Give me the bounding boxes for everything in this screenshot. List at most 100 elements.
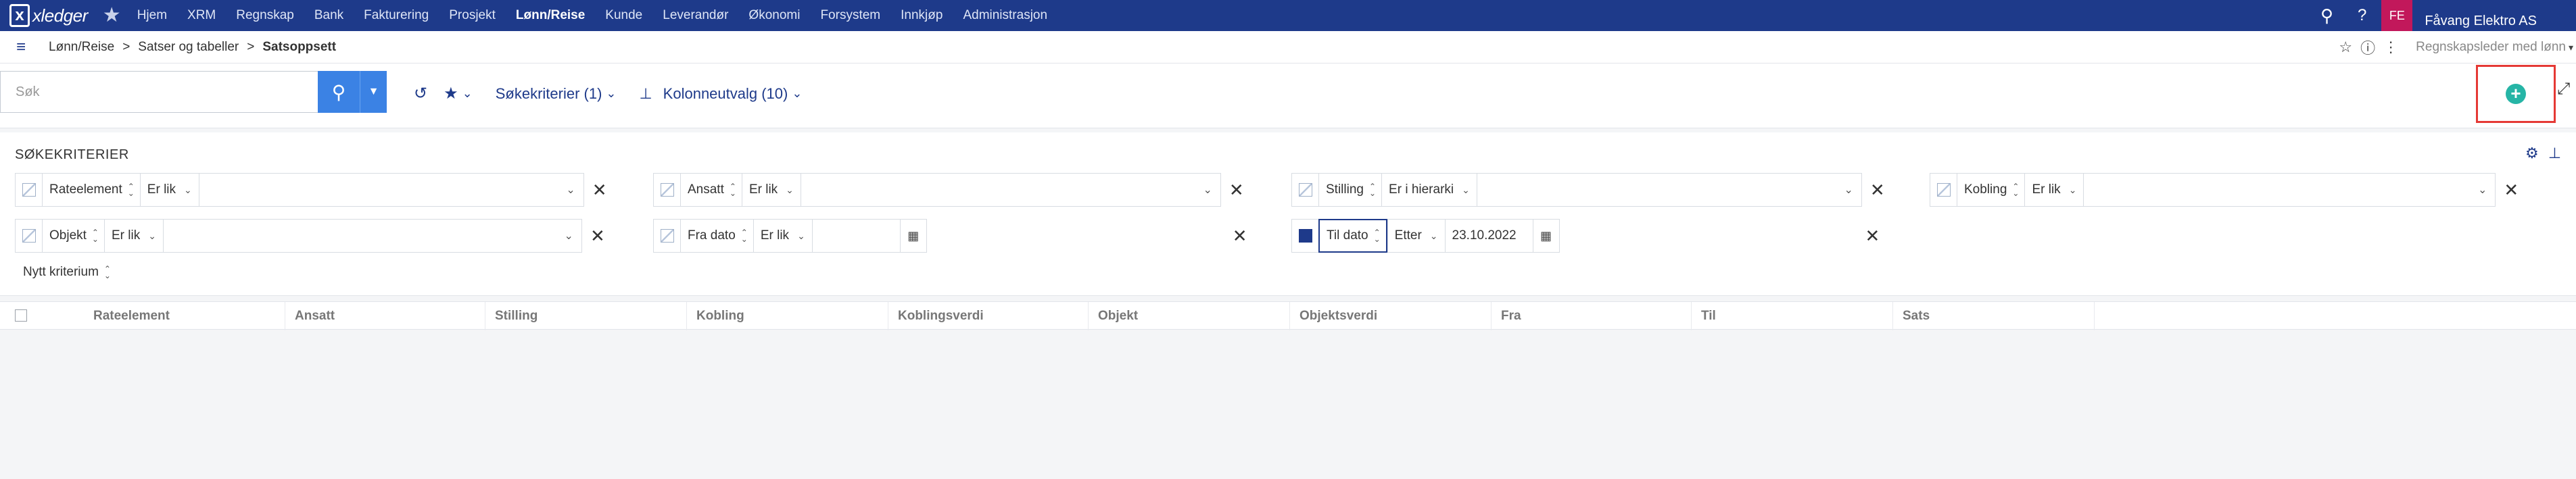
remove-criterion-icon[interactable]: ✕ bbox=[2504, 180, 2519, 201]
remove-criterion-icon[interactable]: ✕ bbox=[590, 226, 605, 247]
company-name[interactable]: Fåvang Elektro AS bbox=[2425, 14, 2537, 29]
breadcrumb-item-satser[interactable]: Satser og tabeller bbox=[138, 40, 239, 55]
criterion-checkbox-checked[interactable] bbox=[1291, 219, 1318, 253]
criterion-value-select[interactable]: ⌄ bbox=[2083, 173, 2496, 207]
pin-icon[interactable]: ⊥ bbox=[2548, 145, 2561, 161]
column-header-objektsverdi[interactable]: Objektsverdi bbox=[1290, 302, 1492, 330]
criterion-field[interactable]: Rateelement ⌃ ⌄ bbox=[42, 173, 140, 207]
criterion-operator[interactable]: Er lik ⌄ bbox=[139, 173, 199, 207]
history-icon[interactable]: ↺ bbox=[414, 84, 427, 103]
remove-criterion-icon[interactable]: ✕ bbox=[1229, 180, 1244, 201]
criterion-field[interactable]: Til dato ⌃ ⌄ bbox=[1318, 219, 1387, 253]
remove-criterion-icon[interactable]: ✕ bbox=[1870, 180, 1885, 201]
column-header-objekt[interactable]: Objekt bbox=[1089, 302, 1290, 330]
nav-item-lonn-reise[interactable]: Lønn/Reise bbox=[516, 8, 585, 23]
search-options-dropdown[interactable]: ▼ bbox=[360, 71, 387, 113]
breadcrumb-item-current: Satsoppsett bbox=[262, 39, 337, 54]
column-header-stilling[interactable]: Stilling bbox=[485, 302, 687, 330]
criterion-field[interactable]: Kobling ⌃ ⌄ bbox=[1957, 173, 2025, 207]
open-in-new-window-icon[interactable]: ⤢ bbox=[2557, 80, 2570, 99]
criterion-date-input[interactable] bbox=[811, 219, 900, 253]
nav-item-bank[interactable]: Bank bbox=[314, 8, 343, 23]
remove-criterion-icon[interactable]: ✕ bbox=[1865, 226, 1880, 247]
xledger-logo[interactable]: x xledger bbox=[9, 2, 88, 29]
nav-item-innkjop[interactable]: Innkjøp bbox=[901, 8, 943, 23]
add-new-button[interactable]: + bbox=[2506, 84, 2526, 104]
settings-gear-icon[interactable]: ⚙ bbox=[2525, 145, 2539, 161]
search-button[interactable]: ⚲ bbox=[318, 71, 360, 113]
role-selector[interactable]: Regnskapsleder med lønn bbox=[2416, 40, 2566, 55]
remove-criterion-icon[interactable]: ✕ bbox=[1233, 226, 1247, 247]
criterion-value-select[interactable]: ⌄ bbox=[1476, 173, 1862, 207]
column-header-ansatt[interactable]: Ansatt bbox=[285, 302, 485, 330]
nav-item-regnskap[interactable]: Regnskap bbox=[236, 8, 294, 23]
criterion-checkbox[interactable] bbox=[15, 219, 42, 253]
more-options-icon[interactable]: ⋮ bbox=[2383, 39, 2398, 56]
sort-arrows-icon: ⌃ ⌄ bbox=[1373, 228, 1381, 244]
nav-item-forsystem[interactable]: Forsystem bbox=[820, 8, 880, 23]
nav-item-administrasjon[interactable]: Administrasjon bbox=[963, 8, 1047, 23]
new-criterion-button[interactable]: Nytt kriterium ⌃ ⌄ bbox=[23, 265, 111, 280]
criterion-operator[interactable]: Er i hierarki ⌄ bbox=[1381, 173, 1477, 207]
chevron-down-icon[interactable]: ⌄ bbox=[792, 86, 802, 101]
search-input[interactable] bbox=[0, 71, 318, 113]
pin-icon[interactable]: ⊥ bbox=[640, 85, 652, 103]
select-all-checkbox[interactable] bbox=[15, 309, 27, 322]
column-header-kobling[interactable]: Kobling bbox=[687, 302, 888, 330]
favorites-star-icon[interactable]: ★ bbox=[103, 5, 121, 26]
favorite-star-outline-icon[interactable]: ☆ bbox=[2339, 39, 2352, 56]
remove-criterion-icon[interactable]: ✕ bbox=[592, 180, 607, 201]
chevron-down-icon[interactable]: ⌄ bbox=[462, 86, 473, 101]
column-header-fra[interactable]: Fra bbox=[1492, 302, 1692, 330]
user-avatar[interactable]: FE bbox=[2381, 0, 2413, 31]
criterion-field[interactable]: Objekt ⌃ ⌄ bbox=[42, 219, 104, 253]
criterion-operator[interactable]: Etter ⌄ bbox=[1387, 219, 1445, 253]
hamburger-menu-icon[interactable]: ≡ bbox=[16, 38, 26, 57]
criterion-checkbox[interactable] bbox=[1291, 173, 1318, 207]
criterion-operator[interactable]: Er lik ⌄ bbox=[2024, 173, 2084, 207]
chevron-down-icon[interactable]: ▾ bbox=[2569, 42, 2573, 53]
chevron-down-icon[interactable]: ⌄ bbox=[606, 86, 616, 101]
search-criteria-toggle[interactable]: Søkekriterier (1) bbox=[496, 85, 602, 103]
results-table: Rateelement Ansatt Stilling Kobling Kobl… bbox=[0, 301, 2576, 479]
nav-item-xrm[interactable]: XRM bbox=[187, 8, 216, 23]
criterion-date-input[interactable]: 23.10.2022 bbox=[1444, 219, 1533, 253]
breadcrumb-item-lonn-reise[interactable]: Lønn/Reise bbox=[49, 40, 114, 55]
nav-item-kunde[interactable]: Kunde bbox=[605, 8, 642, 23]
chevron-down-icon: ⌄ bbox=[1203, 184, 1212, 196]
column-selection-toggle[interactable]: Kolonneutvalg (10) bbox=[663, 85, 788, 103]
criterion-field[interactable]: Fra dato ⌃ ⌄ bbox=[680, 219, 753, 253]
criterion-checkbox[interactable] bbox=[653, 173, 680, 207]
help-icon[interactable]: ? bbox=[2358, 6, 2366, 25]
chevron-down-icon: ⌄ bbox=[786, 184, 794, 195]
criterion-field[interactable]: Ansatt ⌃ ⌄ bbox=[680, 173, 742, 207]
criterion-operator[interactable]: Er lik ⌄ bbox=[753, 219, 812, 253]
nav-item-fakturering[interactable]: Fakturering bbox=[364, 8, 429, 23]
column-header-rateelement[interactable]: Rateelement bbox=[84, 302, 285, 330]
criterion-value-select[interactable]: ⌄ bbox=[800, 173, 1221, 207]
nav-item-prosjekt[interactable]: Prosjekt bbox=[449, 8, 496, 23]
page-help-icon[interactable]: ⓘ bbox=[2360, 36, 2375, 58]
nav-item-leverandor[interactable]: Leverandør bbox=[663, 8, 728, 23]
global-search-icon[interactable]: ⚲ bbox=[2320, 5, 2333, 26]
logo-text: xledger bbox=[32, 5, 88, 26]
calendar-icon[interactable]: ▦ bbox=[1532, 219, 1560, 253]
criterion-operator[interactable]: Er lik ⌄ bbox=[741, 173, 801, 207]
search-toolbar: ⚲ ▼ ↺ ★ ⌄ Søkekriterier (1) ⌄ ⊥ Kolonneu… bbox=[0, 64, 2576, 128]
chevron-down-icon: ⌄ bbox=[2478, 184, 2487, 196]
criterion-field[interactable]: Stilling ⌃ ⌄ bbox=[1318, 173, 1382, 207]
nav-item-hjem[interactable]: Hjem bbox=[137, 8, 167, 23]
nav-item-okonomi[interactable]: Økonomi bbox=[748, 8, 800, 23]
criterion-operator[interactable]: Er lik ⌄ bbox=[103, 219, 163, 253]
column-header-til[interactable]: Til bbox=[1692, 302, 1893, 330]
criterion-checkbox[interactable] bbox=[15, 173, 42, 207]
column-header-sats[interactable]: Sats bbox=[1893, 302, 2095, 330]
criterion-value-select[interactable]: ⌄ bbox=[198, 173, 584, 207]
column-header-koblingsverdi[interactable]: Koblingsverdi bbox=[888, 302, 1089, 330]
top-nav-bar: x xledger ★ Hjem XRM Regnskap Bank Faktu… bbox=[0, 0, 2576, 31]
calendar-icon[interactable]: ▦ bbox=[899, 219, 927, 253]
criterion-value-select[interactable]: ⌄ bbox=[162, 219, 582, 253]
criterion-checkbox[interactable] bbox=[653, 219, 680, 253]
criterion-checkbox[interactable] bbox=[1930, 173, 1957, 207]
saved-searches-star-icon[interactable]: ★ bbox=[444, 84, 458, 103]
